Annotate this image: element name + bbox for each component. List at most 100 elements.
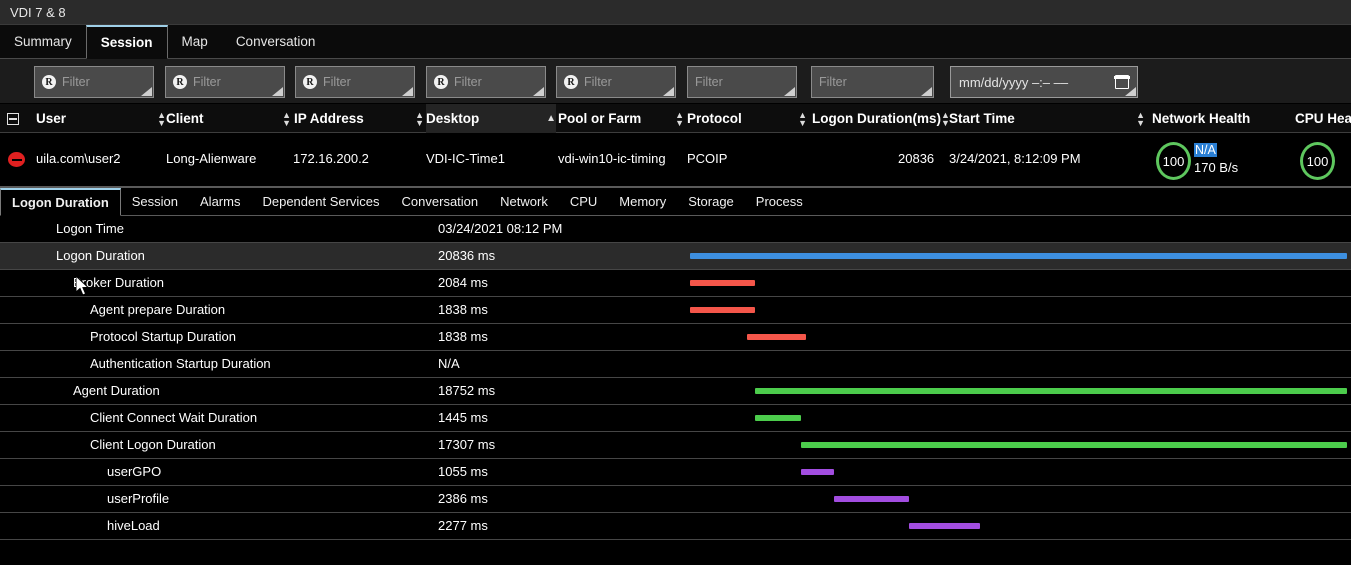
gantt-row[interactable]: Client Logon Duration17307 ms	[0, 432, 1351, 459]
nav-tab-summary[interactable]: Summary	[0, 25, 86, 58]
regex-filter-icon[interactable]: R	[42, 75, 56, 89]
sort-toggle-icon[interactable]: ▲▼	[798, 111, 807, 127]
column-header-label: CPU Heal	[1295, 111, 1351, 126]
filter-placeholder: Filter	[695, 75, 723, 89]
gantt-bar[interactable]	[755, 388, 1347, 394]
gantt-row[interactable]: Protocol Startup Duration1838 ms	[0, 324, 1351, 351]
nav-tab-conversation[interactable]: Conversation	[222, 25, 330, 58]
regex-filter-icon[interactable]: R	[303, 75, 317, 89]
column-header-label: IP Address	[294, 111, 364, 126]
gantt-row[interactable]: Agent prepare Duration1838 ms	[0, 297, 1351, 324]
gantt-bar[interactable]	[690, 253, 1347, 259]
nav-tab-session[interactable]: Session	[86, 25, 168, 59]
logon-duration-gantt-table: Logon Time03/24/2021 08:12 PMLogon Durat…	[0, 216, 1351, 540]
column-header-desktop[interactable]: Desktop ▲	[426, 104, 556, 133]
gantt-row-label: Logon Duration	[56, 248, 145, 263]
cell-user: uila.com\user2	[36, 151, 121, 166]
column-header-user[interactable]: User▲▼	[36, 104, 166, 133]
gantt-row-value: 1445 ms	[438, 410, 488, 425]
detail-tab-storage[interactable]: Storage	[677, 188, 745, 215]
sort-ascending-icon[interactable]: ▲	[546, 113, 556, 124]
table-column-header: User▲▼Client▲▼IP Address▲▼Desktop▲Pool o…	[0, 104, 1351, 133]
filter-input-0[interactable]: RFilter	[34, 66, 154, 98]
column-header-start-time[interactable]: Start Time▲▼	[949, 104, 1145, 133]
session-table-row[interactable]: uila.com\user2 Long-Alienware 172.16.200…	[0, 133, 1351, 188]
filter-input-5[interactable]: Filter	[687, 66, 797, 98]
gantt-row[interactable]: Broker Duration 2084 ms	[0, 270, 1351, 297]
filter-input-1[interactable]: RFilter	[165, 66, 285, 98]
column-header-pool-or-farm[interactable]: Pool or Farm▲▼	[558, 104, 684, 133]
gantt-row[interactable]: userProfile2386 ms	[0, 486, 1351, 513]
nav-tab-map[interactable]: Map	[168, 25, 222, 58]
network-health-ring: 100	[1156, 142, 1191, 180]
resize-grip-icon[interactable]	[661, 85, 674, 96]
gantt-row[interactable]: Authentication Startup DurationN/A	[0, 351, 1351, 378]
gantt-bar[interactable]	[690, 307, 755, 313]
detail-tab-cpu[interactable]: CPU	[559, 188, 608, 215]
gantt-row[interactable]: Logon Duration20836 ms	[0, 243, 1351, 270]
column-header-label: Desktop	[426, 111, 479, 126]
calendar-icon[interactable]	[1115, 75, 1129, 89]
column-header-client[interactable]: Client ▲▼	[166, 104, 291, 133]
resize-grip-icon[interactable]	[400, 85, 413, 96]
resize-grip-icon[interactable]	[782, 85, 795, 96]
sort-toggle-icon[interactable]: ▲▼	[157, 111, 166, 127]
gantt-bar[interactable]	[801, 442, 1347, 448]
detail-tab-network[interactable]: Network	[489, 188, 559, 215]
detail-tab-conversation[interactable]: Conversation	[391, 188, 490, 215]
gantt-row-value: 17307 ms	[438, 437, 495, 452]
resize-grip-icon[interactable]	[270, 85, 283, 96]
network-health-value: 100	[1163, 154, 1185, 169]
gantt-row[interactable]: Agent Duration18752 ms	[0, 378, 1351, 405]
gantt-bar[interactable]	[755, 415, 801, 421]
gantt-row-label: Broker Duration	[73, 275, 164, 290]
regex-filter-icon[interactable]: R	[564, 75, 578, 89]
regex-filter-icon[interactable]: R	[173, 75, 187, 89]
gantt-bar[interactable]	[747, 334, 806, 340]
gantt-row-value: 2084 ms	[438, 275, 488, 290]
gantt-row[interactable]: Client Connect Wait Duration1445 ms	[0, 405, 1351, 432]
column-header-logon-duration-ms[interactable]: Logon Duration(ms)▲▼	[812, 104, 944, 133]
filter-input-2[interactable]: RFilter	[295, 66, 415, 98]
gantt-bar[interactable]	[690, 280, 755, 286]
gantt-bar[interactable]	[801, 469, 834, 475]
detail-tab-memory[interactable]: Memory	[608, 188, 677, 215]
expand-all-toggle-icon[interactable]	[7, 113, 19, 125]
sort-toggle-icon[interactable]: ▲▼	[1136, 111, 1145, 127]
detail-tab-session[interactable]: Session	[121, 188, 189, 215]
gantt-row-label: userGPO	[107, 464, 161, 479]
resize-grip-icon[interactable]	[531, 85, 544, 96]
column-header-label: Network Health	[1152, 111, 1250, 126]
regex-filter-icon[interactable]: R	[434, 75, 448, 89]
detail-tab-dependent-services[interactable]: Dependent Services	[251, 188, 390, 215]
column-header-network-health[interactable]: Network Health	[1152, 104, 1312, 133]
filter-input-6[interactable]: Filter	[811, 66, 934, 98]
resize-grip-icon[interactable]	[139, 85, 152, 96]
sort-toggle-icon[interactable]: ▲▼	[675, 111, 684, 127]
date-filter-input[interactable]: mm/dd/yyyy –:– ––	[950, 66, 1138, 98]
sort-toggle-icon[interactable]: ▲▼	[282, 111, 291, 127]
filter-input-3[interactable]: RFilter	[426, 66, 546, 98]
date-filter-placeholder: mm/dd/yyyy –:– ––	[959, 75, 1068, 90]
gantt-row[interactable]: userGPO1055 ms	[0, 459, 1351, 486]
filter-input-4[interactable]: RFilter	[556, 66, 676, 98]
detail-tab-alarms[interactable]: Alarms	[189, 188, 251, 215]
detail-tab-process[interactable]: Process	[745, 188, 814, 215]
column-header-label: Client	[166, 111, 204, 126]
gantt-row[interactable]: hiveLoad2277 ms	[0, 513, 1351, 540]
detail-tab-bar: Logon DurationSessionAlarmsDependent Ser…	[0, 188, 1351, 216]
gantt-bar[interactable]	[834, 496, 909, 502]
filter-cell-7: mm/dd/yyyy –:– ––	[950, 66, 1138, 98]
gantt-row[interactable]: Logon Time03/24/2021 08:12 PM	[0, 216, 1351, 243]
gantt-row-value: 1838 ms	[438, 302, 488, 317]
column-header-cpu-heal[interactable]: CPU Heal	[1295, 104, 1351, 133]
column-header-protocol[interactable]: Protocol▲▼	[687, 104, 807, 133]
status-alert-icon	[8, 152, 25, 167]
cpu-health-ring: 100	[1300, 142, 1335, 180]
detail-tab-logon-duration[interactable]: Logon Duration	[0, 188, 121, 216]
gantt-row-label: hiveLoad	[107, 518, 160, 533]
resize-grip-icon[interactable]	[919, 85, 932, 96]
column-header-ip-address[interactable]: IP Address ▲▼	[294, 104, 424, 133]
gantt-bar[interactable]	[909, 523, 980, 529]
sort-toggle-icon[interactable]: ▲▼	[415, 111, 424, 127]
